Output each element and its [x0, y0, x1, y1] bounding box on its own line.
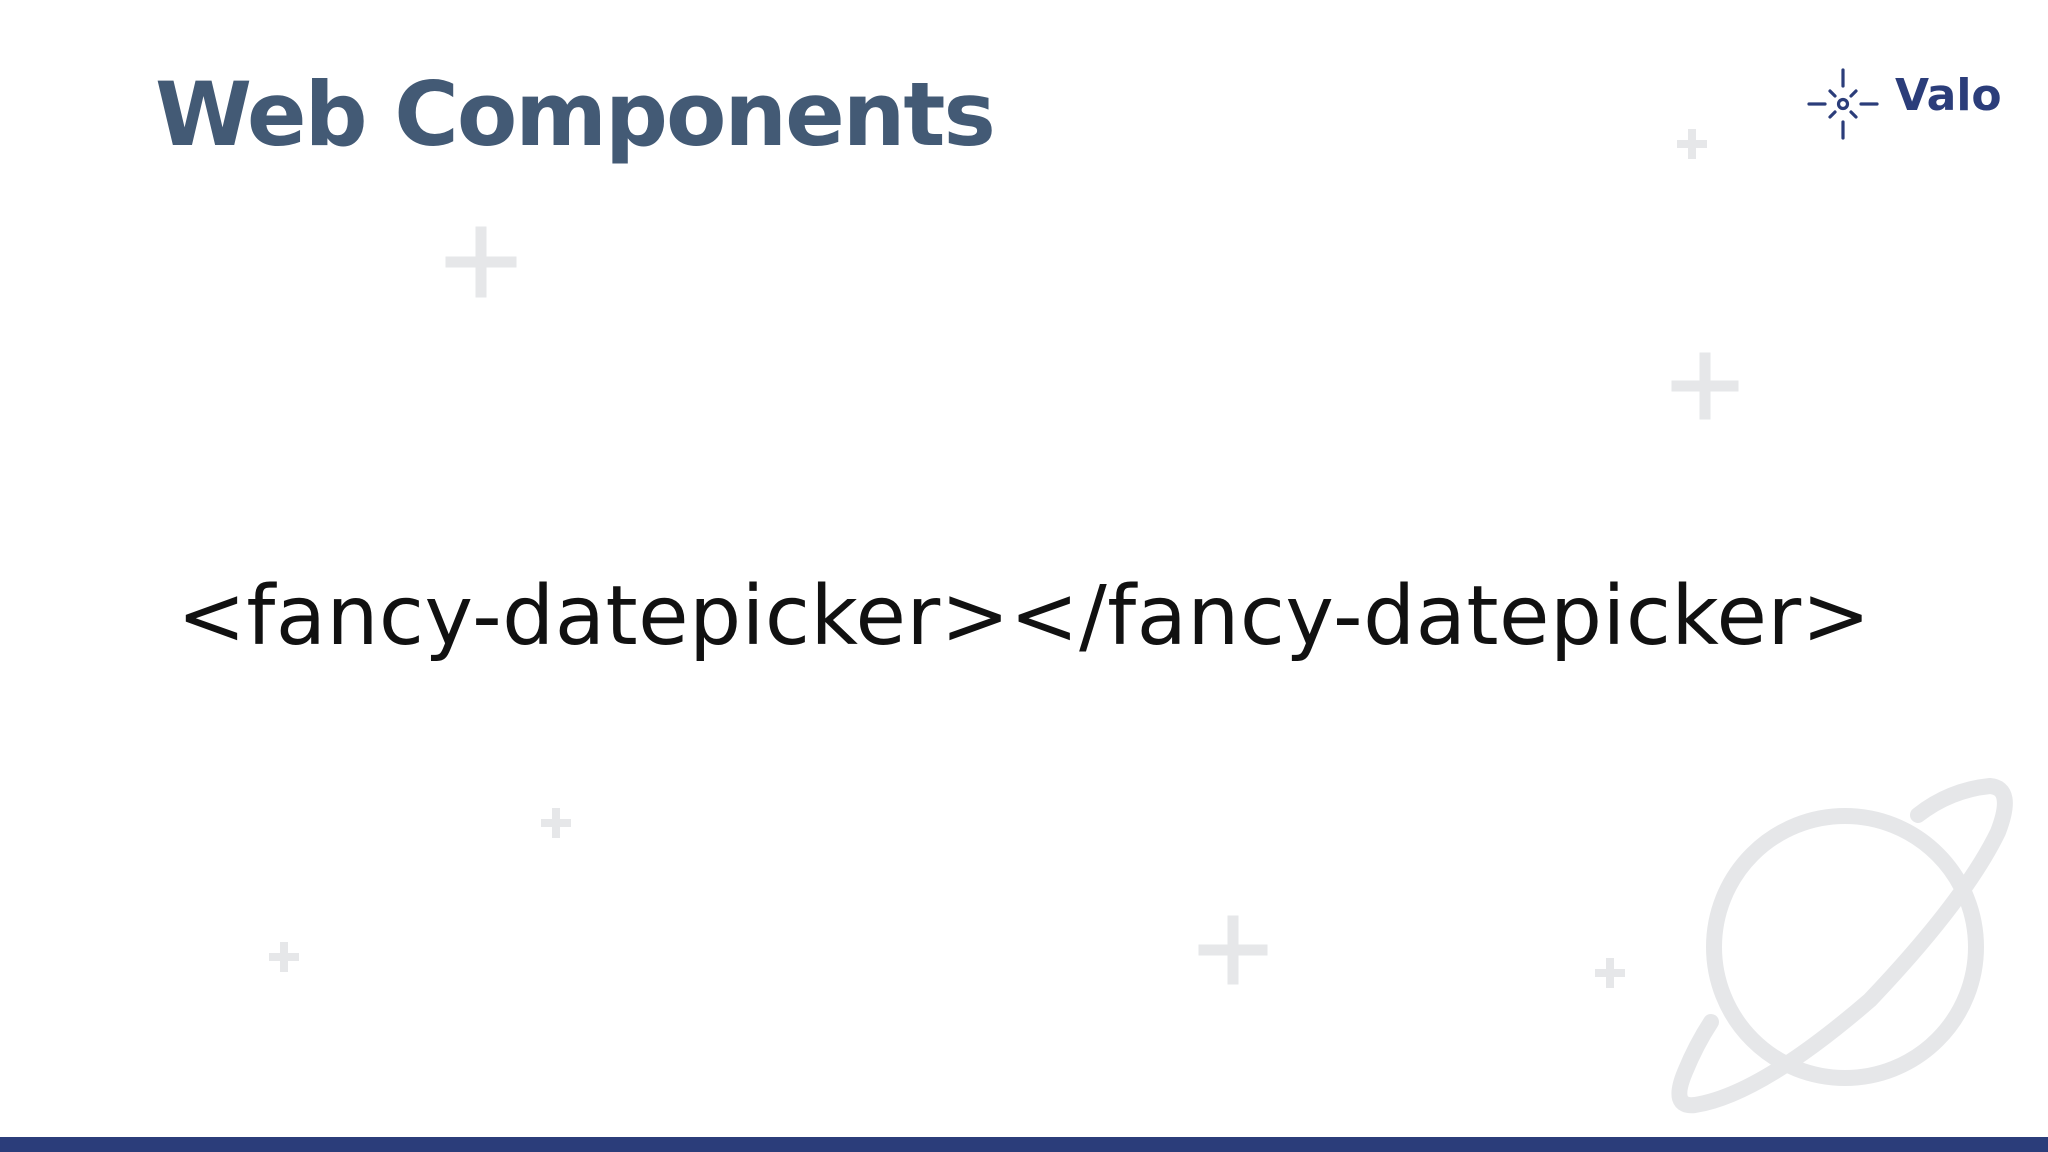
plus-icon	[269, 942, 299, 972]
plus-icon	[1677, 129, 1707, 159]
code-sample: <fancy-datepicker></fancy-datepicker>	[177, 569, 1871, 664]
plus-icon	[1595, 958, 1625, 988]
logo-text: Valo	[1895, 70, 2002, 121]
plus-icon	[445, 226, 517, 298]
bottom-accent-bar	[0, 1137, 2048, 1152]
planet-icon	[1671, 777, 2013, 1114]
plus-icon	[1671, 352, 1739, 420]
valo-logo: Valo	[1805, 62, 2015, 142]
slide-title: Web Components	[155, 63, 996, 166]
slide: Web Components Valo <fancy-datepicker></…	[0, 0, 2048, 1152]
plus-icon	[541, 808, 571, 838]
sparkle-icon	[1807, 68, 1879, 140]
plus-icon	[1198, 915, 1268, 985]
